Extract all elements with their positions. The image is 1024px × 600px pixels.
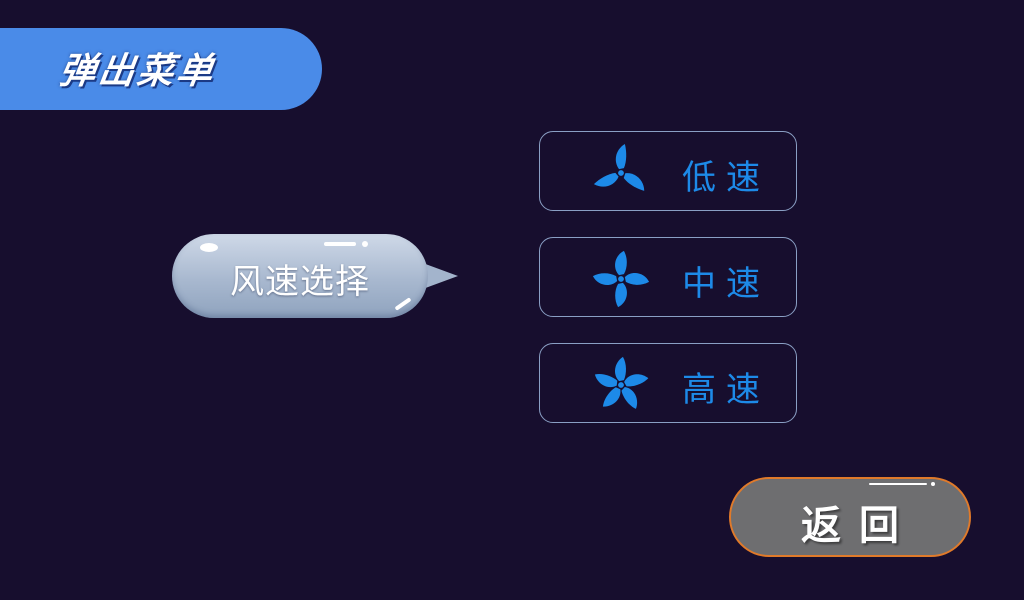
bubble-shine: [324, 242, 356, 246]
high-speed-label: 高速: [682, 370, 770, 410]
button-shine: [869, 483, 927, 485]
button-shine: [931, 482, 935, 486]
wind-speed-bubble: 风速选择: [172, 234, 428, 318]
bubble-label: 风速选择: [230, 262, 370, 302]
popup-menu-screen: 弹出菜单 风速选择 低速 中速 高速 返回: [0, 0, 1024, 600]
low-speed-button[interactable]: 低速: [539, 131, 797, 211]
back-label: 返回: [801, 503, 917, 549]
high-speed-button[interactable]: 高速: [539, 343, 797, 423]
fan-icon: [593, 143, 645, 191]
back-button[interactable]: 返回: [729, 477, 971, 557]
medium-speed-label: 中速: [682, 264, 770, 304]
low-speed-label: 低速: [682, 158, 770, 198]
page-title: 弹出菜单: [56, 51, 219, 92]
medium-speed-button[interactable]: 中速: [539, 237, 797, 317]
fan-icon: [592, 250, 650, 308]
bubble-shine: [362, 241, 368, 247]
bubble-shine: [200, 243, 218, 252]
fan-icon: [594, 356, 649, 409]
